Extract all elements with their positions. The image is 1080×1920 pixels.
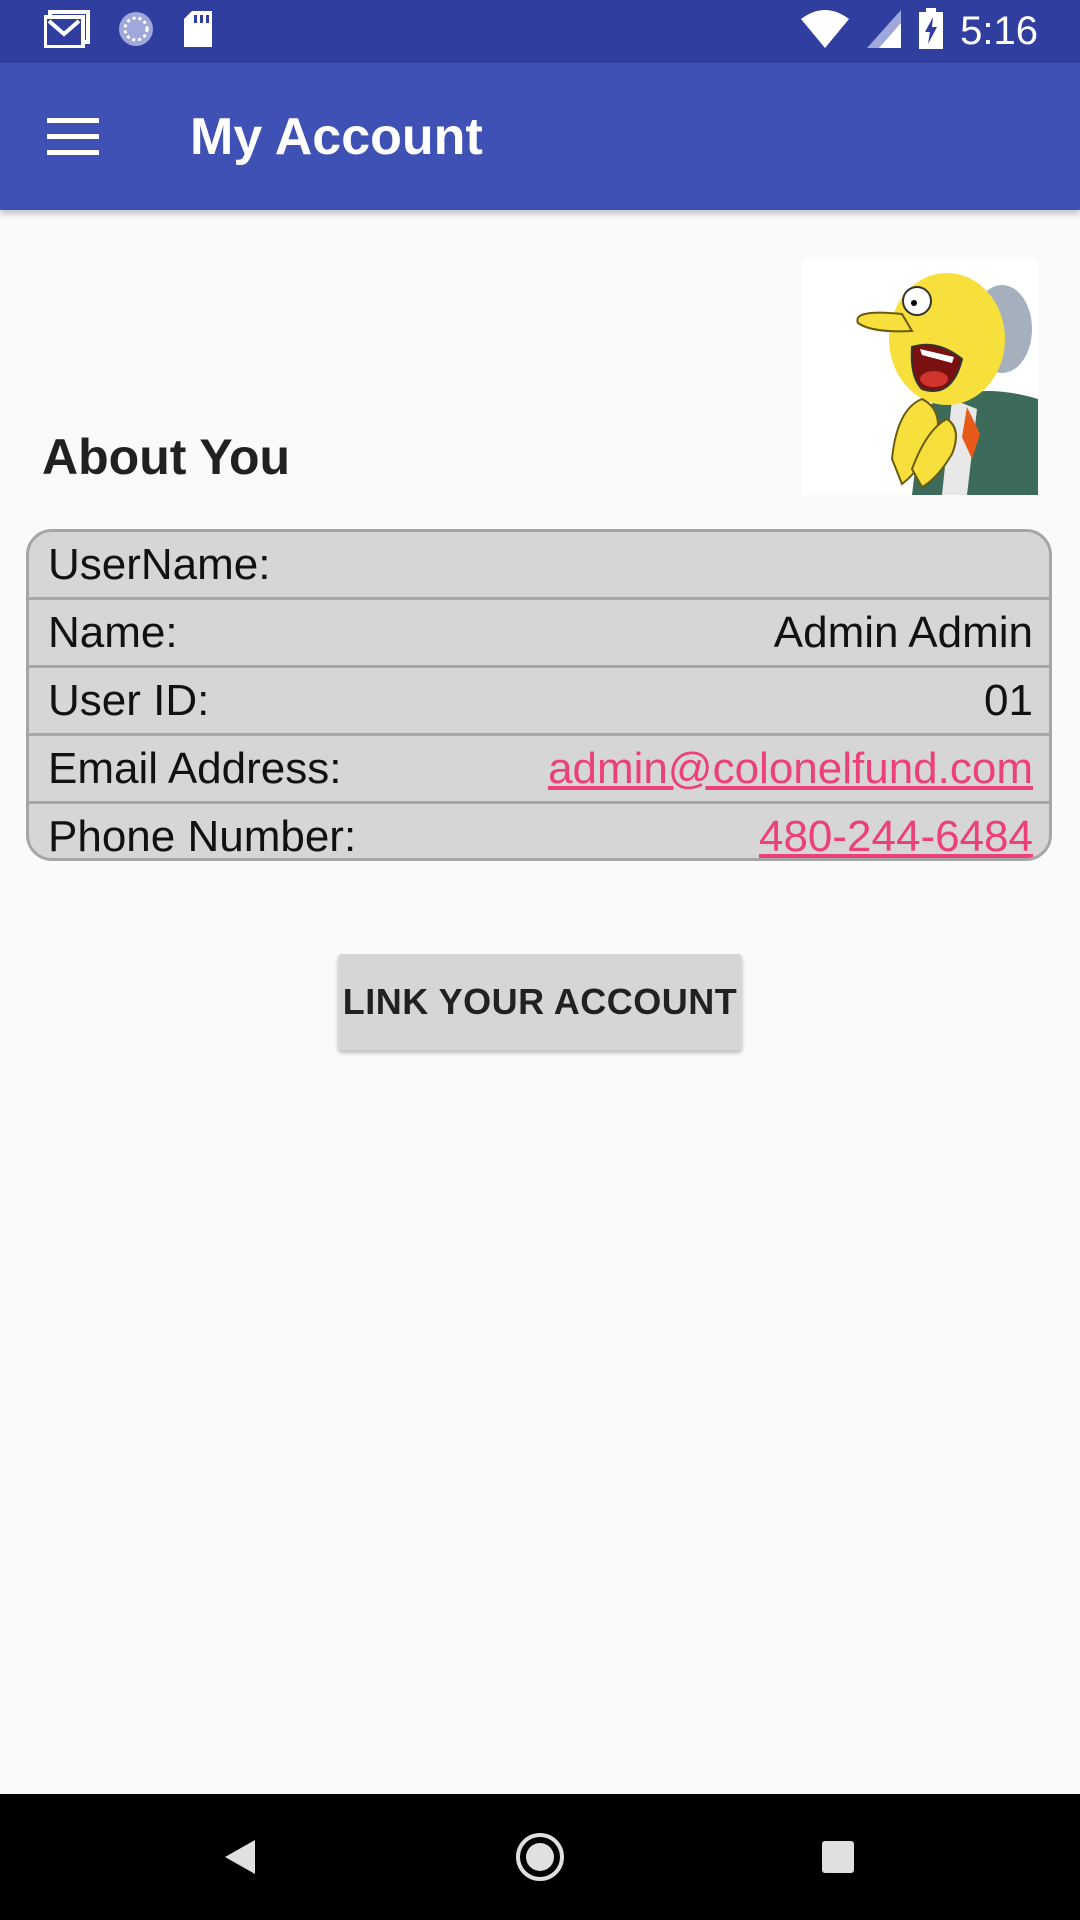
phone-link[interactable]: 480-244-6484 bbox=[759, 812, 1033, 859]
screen: 5:16 My Account About You UserName: Name… bbox=[0, 0, 1080, 1920]
app-toolbar: My Account bbox=[0, 63, 1080, 210]
user-id-value: 01 bbox=[984, 675, 1033, 725]
system-nav-bar bbox=[0, 1794, 1080, 1920]
home-icon[interactable] bbox=[470, 1794, 610, 1920]
recents-icon[interactable] bbox=[768, 1794, 908, 1920]
name-value: Admin Admin bbox=[773, 607, 1033, 657]
link-your-account-button[interactable]: LINK YOUR ACCOUNT bbox=[338, 954, 742, 1050]
back-icon[interactable] bbox=[170, 1794, 310, 1920]
section-title-about-you: About You bbox=[42, 429, 291, 485]
email-link[interactable]: admin@colonelfund.com bbox=[548, 744, 1033, 794]
signal-icon bbox=[866, 9, 902, 54]
phone-label: Phone Number: bbox=[48, 811, 357, 861]
status-time: 5:16 bbox=[960, 9, 1038, 53]
battery-charging-icon bbox=[918, 8, 944, 55]
account-info-table: UserName: Name: Admin Admin User ID: 01 … bbox=[26, 529, 1052, 861]
info-row-user-id: User ID: 01 bbox=[29, 665, 1049, 733]
sync-icon bbox=[116, 9, 156, 54]
status-bar: 5:16 bbox=[0, 0, 1080, 63]
info-row-email: Email Address: admin@colonelfund.com bbox=[29, 733, 1049, 801]
info-row-name: Name: Admin Admin bbox=[29, 597, 1049, 665]
wifi-icon bbox=[800, 9, 850, 54]
info-row-username: UserName: bbox=[29, 532, 1049, 597]
name-label: Name: bbox=[48, 607, 178, 657]
gmail-icon bbox=[43, 10, 90, 53]
email-label: Email Address: bbox=[48, 743, 342, 793]
cartoon-avatar-image bbox=[802, 259, 1038, 495]
hamburger-menu-icon[interactable] bbox=[25, 89, 121, 185]
username-label: UserName: bbox=[48, 539, 271, 589]
info-row-phone: Phone Number: 480-244-6484 bbox=[29, 801, 1049, 861]
sd-card-icon bbox=[182, 10, 214, 53]
page-title: My Account bbox=[190, 107, 483, 166]
user-id-label: User ID: bbox=[48, 675, 210, 725]
